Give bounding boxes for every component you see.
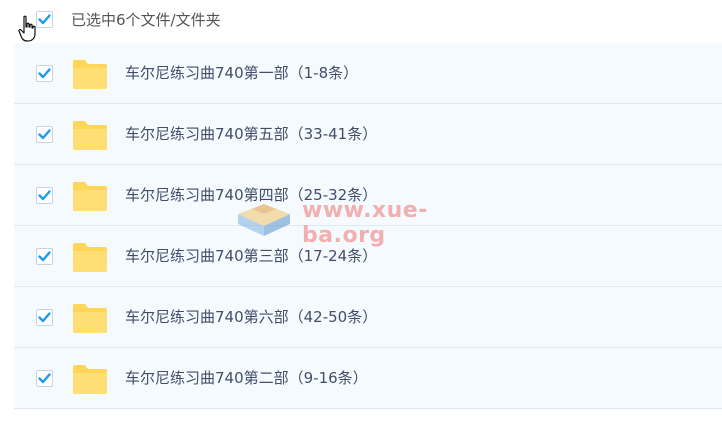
row-checkbox[interactable] <box>36 248 53 265</box>
item-name[interactable]: 车尔尼练习曲740第一部（1-8条） <box>125 62 358 84</box>
checkmark-icon <box>38 190 51 201</box>
row-checkbox[interactable] <box>36 65 53 82</box>
select-all-checkbox[interactable] <box>36 11 53 28</box>
item-name[interactable]: 车尔尼练习曲740第二部（9-16条） <box>125 367 368 389</box>
list-item[interactable]: 车尔尼练习曲740第三部（17-24条） <box>14 226 722 287</box>
list-item[interactable]: 车尔尼练习曲740第四部（25-32条） <box>14 165 722 226</box>
file-list-panel: 已选中6个文件/文件夹 车尔尼练习曲740第一部（1-8条） 车尔尼练习曲740… <box>0 0 722 430</box>
row-checkbox[interactable] <box>36 187 53 204</box>
list-item[interactable]: 车尔尼练习曲740第六部（42-50条） <box>14 287 722 348</box>
item-name[interactable]: 车尔尼练习曲740第三部（17-24条） <box>125 245 377 267</box>
list-item[interactable]: 车尔尼练习曲740第二部（9-16条） <box>14 348 722 409</box>
selection-count-label: 已选中6个文件/文件夹 <box>71 11 221 29</box>
folder-icon <box>73 304 107 333</box>
list-item[interactable]: 车尔尼练习曲740第五部（33-41条） <box>14 104 722 165</box>
checkmark-icon <box>38 68 51 79</box>
item-name[interactable]: 车尔尼练习曲740第六部（42-50条） <box>125 306 377 328</box>
folder-icon <box>73 243 107 272</box>
hand-cursor-icon <box>18 15 36 42</box>
row-checkbox[interactable] <box>36 126 53 143</box>
folder-icon <box>73 60 107 89</box>
checkmark-icon <box>38 312 51 323</box>
row-checkbox[interactable] <box>36 309 53 326</box>
checkmark-icon <box>38 251 51 262</box>
folder-icon <box>73 365 107 394</box>
item-name[interactable]: 车尔尼练习曲740第五部（33-41条） <box>125 123 377 145</box>
folder-icon <box>73 121 107 150</box>
checkmark-icon <box>38 14 51 25</box>
selection-header: 已选中6个文件/文件夹 <box>0 0 722 42</box>
file-list: 车尔尼练习曲740第一部（1-8条） 车尔尼练习曲740第五部（33-41条） <box>14 43 722 413</box>
list-item[interactable]: 车尔尼练习曲740第一部（1-8条） <box>14 43 722 104</box>
item-name[interactable]: 车尔尼练习曲740第四部（25-32条） <box>125 184 377 206</box>
row-checkbox[interactable] <box>36 370 53 387</box>
checkmark-icon <box>38 373 51 384</box>
checkmark-icon <box>38 129 51 140</box>
folder-icon <box>73 182 107 211</box>
